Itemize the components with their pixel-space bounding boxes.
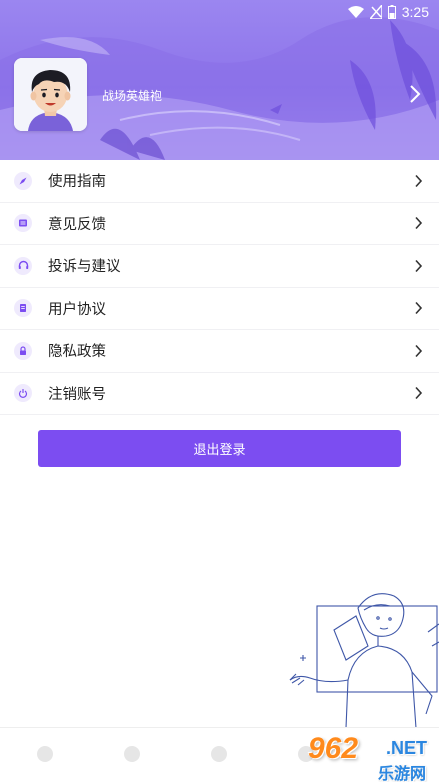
- headset-icon: [14, 256, 32, 275]
- chevron-right-icon: [415, 387, 423, 400]
- logout-button[interactable]: 退出登录: [38, 430, 401, 467]
- tab-home-icon[interactable]: [37, 746, 53, 762]
- watermark-site: 乐游网: [378, 764, 427, 782]
- status-bar: 3:25: [0, 0, 439, 24]
- watermark-number: 962: [308, 732, 359, 765]
- site-watermark: 962 .NET 乐游网: [300, 730, 439, 782]
- power-icon: [14, 384, 32, 403]
- menu-item-label: 投诉与建议: [48, 259, 121, 276]
- menu-item-complaints[interactable]: 投诉与建议: [0, 245, 439, 288]
- avatar[interactable]: [14, 58, 87, 131]
- chevron-right-icon: [415, 174, 423, 187]
- no-signal-icon: [369, 5, 382, 19]
- settings-menu: 使用指南 意见反馈 投诉与建议 用户协议 隐私政策 注销账号: [0, 160, 439, 415]
- menu-item-label: 隐私政策: [48, 344, 106, 361]
- menu-item-privacy-policy[interactable]: 隐私政策: [0, 330, 439, 373]
- wifi-icon: [347, 6, 364, 18]
- menu-item-label: 意见反馈: [48, 216, 106, 233]
- feedback-icon: [14, 214, 32, 233]
- menu-item-label: 用户协议: [48, 301, 106, 318]
- menu-item-delete-account[interactable]: 注销账号: [0, 373, 439, 415]
- watermark-suffix: .NET: [386, 738, 428, 758]
- menu-item-label: 注销账号: [48, 386, 106, 403]
- compass-icon: [14, 171, 32, 190]
- lock-icon: [14, 341, 32, 360]
- menu-item-guide[interactable]: 使用指南: [0, 160, 439, 203]
- tab-stats-icon[interactable]: [211, 746, 227, 762]
- tab-discover-icon[interactable]: [124, 746, 140, 762]
- menu-item-user-agreement[interactable]: 用户协议: [0, 288, 439, 330]
- person-line-illustration: [289, 593, 439, 728]
- chevron-right-icon: [415, 344, 423, 357]
- battery-icon: [387, 5, 396, 19]
- document-icon: [14, 299, 32, 318]
- menu-item-feedback[interactable]: 意见反馈: [0, 203, 439, 245]
- avatar-boy-icon: [14, 58, 87, 131]
- username[interactable]: 战场英雄袍: [102, 87, 162, 104]
- menu-item-label: 使用指南: [48, 174, 106, 191]
- status-time: 3:25: [401, 4, 429, 20]
- chevron-right-icon: [415, 217, 423, 230]
- chevron-right-icon: [415, 259, 423, 272]
- chevron-right-icon[interactable]: [408, 84, 422, 104]
- chevron-right-icon: [415, 302, 423, 315]
